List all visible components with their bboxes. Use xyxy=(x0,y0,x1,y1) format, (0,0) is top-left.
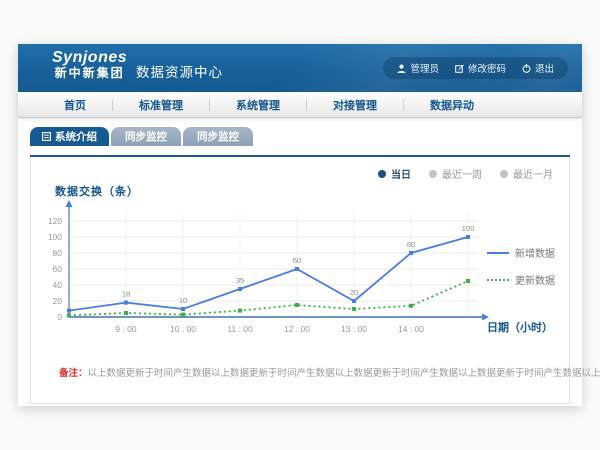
radio-last-month[interactable]: 最近一月 xyxy=(500,166,553,181)
tab-sync-monitor-1[interactable]: 同步监控 xyxy=(111,127,181,146)
date-range-filter: 当日 最近一周 最近一月 xyxy=(378,166,553,181)
svg-text:100: 100 xyxy=(48,232,62,242)
change-password-label: 修改密码 xyxy=(468,61,506,75)
user-name-label: 管理员 xyxy=(410,61,439,75)
nav-item-standard-management[interactable]: 标准管理 xyxy=(113,97,209,113)
y-axis-label: 数据交换（条） xyxy=(55,183,139,199)
svg-text:80: 80 xyxy=(53,248,63,258)
legend-line-dotted-icon xyxy=(487,279,509,281)
legend-item-new-data: 新增数据 xyxy=(487,245,555,260)
power-icon xyxy=(522,64,531,73)
tab-label: 系统介绍 xyxy=(55,129,97,144)
content-area: 系统介绍 同步监控 同步监控 当日 xyxy=(18,118,582,406)
legend-item-updated-data: 更新数据 xyxy=(487,272,555,287)
current-user-button[interactable]: 管理员 xyxy=(397,61,439,75)
svg-text:11 : 00: 11 : 00 xyxy=(227,324,253,334)
legend-label: 更新数据 xyxy=(515,272,555,287)
tab-label: 同步监控 xyxy=(125,129,167,144)
footnote: 备注：以上数据更新于时间产生数据以上数据更新于时间产生数据以上数据更新于时间产生… xyxy=(59,365,600,379)
radio-selected-icon xyxy=(378,170,386,178)
nav-item-integration-management[interactable]: 对接管理 xyxy=(307,97,403,113)
svg-text:10 : 00: 10 : 00 xyxy=(170,324,196,334)
legend-label: 新增数据 xyxy=(515,245,555,260)
svg-text:9 : 00: 9 : 00 xyxy=(115,324,137,334)
tab-label: 同步监控 xyxy=(197,129,239,144)
nav-item-data-change[interactable]: 数据异动 xyxy=(404,97,500,113)
svg-text:0: 0 xyxy=(57,312,62,322)
svg-text:13 : 00: 13 : 00 xyxy=(341,324,367,334)
logout-label: 退出 xyxy=(535,61,554,75)
user-toolbar: 管理员 修改密码 退出 xyxy=(383,57,568,79)
svg-text:60: 60 xyxy=(53,264,63,274)
legend-line-solid-icon xyxy=(487,252,509,254)
main-nav: 首页 标准管理 系统管理 对接管理 数据异动 xyxy=(18,92,582,118)
svg-text:20: 20 xyxy=(53,296,63,306)
logo-company-name: 新中新集团 xyxy=(52,67,127,80)
app-header: Synjones 新中新集团 数据资源中心 管理员 修改密码 退出 xyxy=(18,44,582,92)
svg-text:40: 40 xyxy=(53,280,63,290)
svg-text:18: 18 xyxy=(122,290,130,299)
change-password-button[interactable]: 修改密码 xyxy=(455,61,506,75)
x-axis-label: 日期（小时） xyxy=(487,319,553,335)
logout-button[interactable]: 退出 xyxy=(522,61,554,75)
svg-text:60: 60 xyxy=(293,256,301,265)
chart-panel: 当日 最近一周 最近一月 数据交换（条） 0 20 40 60 80 100 120 9 : … xyxy=(30,157,570,404)
logo-wordmark: Synjones xyxy=(52,49,127,67)
svg-text:12 : 00: 12 : 00 xyxy=(284,324,310,334)
tab-system-intro[interactable]: 系统介绍 xyxy=(30,127,109,146)
company-logo: Synjones 新中新集团 xyxy=(52,49,127,80)
page-title: 数据资源中心 xyxy=(136,61,223,81)
svg-text:35: 35 xyxy=(236,276,244,285)
svg-text:20: 20 xyxy=(350,288,358,297)
svg-text:100: 100 xyxy=(462,224,475,233)
nav-item-system-management[interactable]: 系统管理 xyxy=(210,97,306,113)
svg-text:10: 10 xyxy=(179,296,187,305)
footnote-prefix: 备注： xyxy=(59,368,88,379)
svg-text:80: 80 xyxy=(407,240,415,249)
chart-legend: 新增数据 更新数据 xyxy=(487,245,555,287)
svg-text:120: 120 xyxy=(48,216,62,226)
radio-label: 当日 xyxy=(391,166,411,181)
radio-unselected-icon xyxy=(500,170,508,178)
user-icon xyxy=(397,64,406,73)
document-icon xyxy=(42,132,51,141)
radio-today[interactable]: 当日 xyxy=(378,166,411,181)
radio-label: 最近一月 xyxy=(513,166,553,181)
radio-unselected-icon xyxy=(429,170,437,178)
footnote-text: 以上数据更新于时间产生数据以上数据更新于时间产生数据以上数据更新于时间产生数据以… xyxy=(88,368,600,379)
svg-text:14 : 00: 14 : 00 xyxy=(398,324,424,334)
tab-bar: 系统介绍 同步监控 同步监控 xyxy=(30,127,253,146)
edit-icon xyxy=(455,64,464,73)
radio-last-week[interactable]: 最近一周 xyxy=(429,166,482,181)
tab-sync-monitor-2[interactable]: 同步监控 xyxy=(183,127,253,146)
radio-label: 最近一周 xyxy=(442,166,482,181)
nav-item-home[interactable]: 首页 xyxy=(38,97,112,113)
desktop-background: Synjones 新中新集团 数据资源中心 管理员 修改密码 退出 xyxy=(0,0,600,450)
app-window: Synjones 新中新集团 数据资源中心 管理员 修改密码 退出 xyxy=(18,44,582,406)
